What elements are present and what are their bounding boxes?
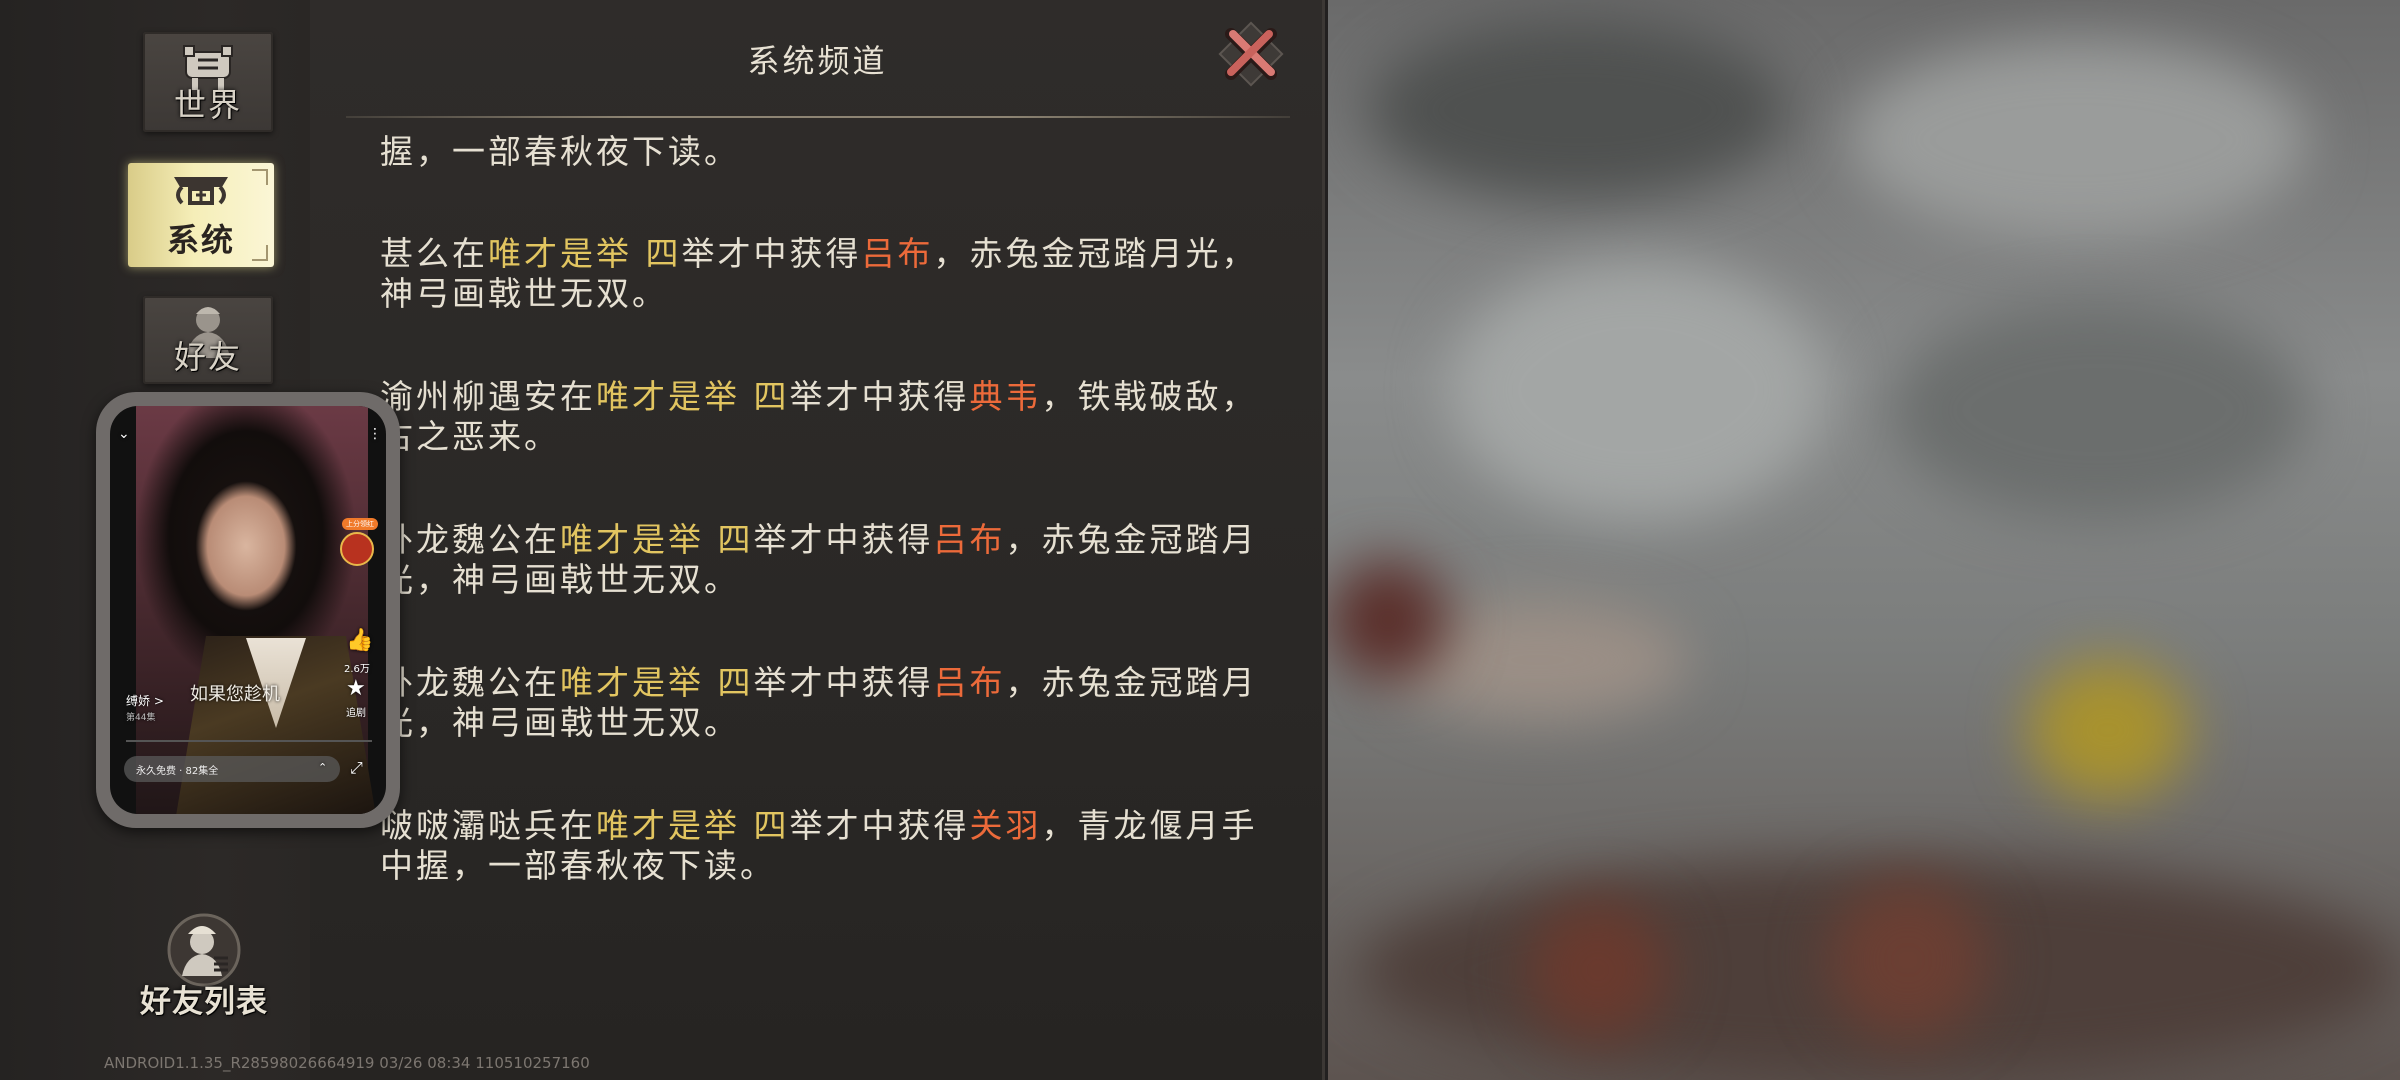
message-item: 握，一部春秋夜下读。	[380, 132, 1280, 172]
video-player[interactable]: ⌄ ⋮ 上分领红 👍 2.6万 ★ 追剧 如果您趁机 缚娇 > 第44集 永久免…	[110, 406, 386, 814]
tab-world-label: 世界	[173, 86, 242, 124]
event-name: 唯才是举 四	[560, 520, 754, 559]
friend-list-button[interactable]: 好友列表	[136, 912, 272, 1022]
fullscreen-icon[interactable]: ⤢	[350, 758, 363, 778]
episode-label: 第44集	[126, 713, 156, 723]
close-icon	[1218, 21, 1284, 87]
title-divider	[346, 116, 1290, 118]
friend-list-label: 好友列表	[140, 984, 268, 1020]
tab-world[interactable]: 世界	[143, 32, 273, 132]
message-text: 卧龙魏公在	[380, 520, 560, 559]
message-item: 甚么在唯才是举 四举才中获得吕布，赤兔金冠踏月光，神弓画戟世无双。	[380, 234, 1280, 314]
tab-system-label: 系统	[166, 221, 235, 259]
message-item: 渝州柳遇安在唯才是举 四举才中获得典韦，铁戟破敌，古之恶来。	[380, 377, 1280, 457]
message-item: 卧龙魏公在唯才是举 四举才中获得吕布，赤兔金冠踏月光，神弓画戟世无双。	[380, 663, 1280, 743]
message-text: 举才中获得	[789, 806, 970, 845]
panel-title: 系统频道	[747, 42, 888, 80]
version-text: ANDROID1.1.35_R28598026664919 03/26 08:3…	[104, 1054, 590, 1072]
event-name: 唯才是举 四	[596, 806, 790, 845]
event-name: 唯才是举 四	[596, 377, 790, 416]
message-text: 握，一部春秋夜下读。	[380, 132, 740, 171]
tab-friends[interactable]: 好友	[143, 296, 273, 384]
message-text: 举才中获得	[681, 234, 862, 273]
like-count: 2.6万	[344, 664, 370, 675]
hero-name: 吕布	[933, 520, 1006, 559]
message-item: 卧龙魏公在唯才是举 四举才中获得吕布，赤兔金冠踏月光，神弓画戟世无双。	[380, 520, 1280, 600]
favorite-star-icon[interactable]: ★	[346, 676, 366, 701]
message-text: 甚么在	[380, 234, 488, 273]
hero-name: 典韦	[969, 377, 1042, 416]
video-progress-bar[interactable]	[126, 740, 372, 742]
system-channel-panel: 系统频道 握，一部春秋夜下读。甚么在唯才是举 四举才中获得吕布，赤兔金冠踏月光，…	[310, 0, 1325, 1080]
floating-video-window[interactable]: ⌄ ⋮ 上分领红 👍 2.6万 ★ 追剧 如果您趁机 缚娇 > 第44集 永久免…	[96, 392, 400, 828]
event-name: 唯才是举 四	[488, 234, 682, 273]
like-icon[interactable]: 👍	[346, 628, 373, 653]
video-subtitle: 如果您趁机	[190, 684, 280, 705]
favorite-label: 追剧	[346, 708, 366, 719]
more-options-icon[interactable]: ⋮	[368, 426, 382, 442]
series-info-pill[interactable]: 永久免费 · 82集全 ⌃	[124, 756, 340, 782]
message-item: 啵啵灞哒兵在唯才是举 四举才中获得关羽，青龙偃月手中握，一部春秋夜下读。	[380, 806, 1280, 886]
message-text: 卧龙魏公在	[380, 663, 560, 702]
series-info-text: 永久免费 · 82集全	[136, 766, 219, 777]
tab-friends-label: 好友	[173, 338, 242, 376]
hero-name: 吕布	[933, 663, 1006, 702]
blurred-game-background	[1328, 0, 2400, 1080]
message-text: 渝州柳遇安在	[380, 377, 596, 416]
video-author[interactable]: 缚娇 >	[126, 692, 164, 709]
video-frame-image	[136, 406, 376, 814]
message-text: 举才中获得	[789, 377, 970, 416]
gift-icon[interactable]	[340, 532, 374, 566]
message-text: 举才中获得	[753, 520, 934, 559]
scroll-emblem-icon	[166, 169, 236, 221]
message-list: 握，一部春秋夜下读。甚么在唯才是举 四举才中获得吕布，赤兔金冠踏月光，神弓画戟世…	[380, 132, 1280, 949]
close-button[interactable]	[1215, 18, 1287, 90]
expand-up-icon: ⌃	[318, 761, 328, 774]
message-text: 啵啵灞哒兵在	[380, 806, 596, 845]
hero-name: 吕布	[861, 234, 934, 273]
promo-badge[interactable]: 上分领红	[342, 518, 378, 530]
tab-system[interactable]: 系统	[128, 163, 274, 267]
hero-name: 关羽	[969, 806, 1042, 845]
event-name: 唯才是举 四	[560, 663, 754, 702]
message-text: 举才中获得	[753, 663, 934, 702]
collapse-chevron-icon[interactable]: ⌄	[118, 426, 130, 442]
